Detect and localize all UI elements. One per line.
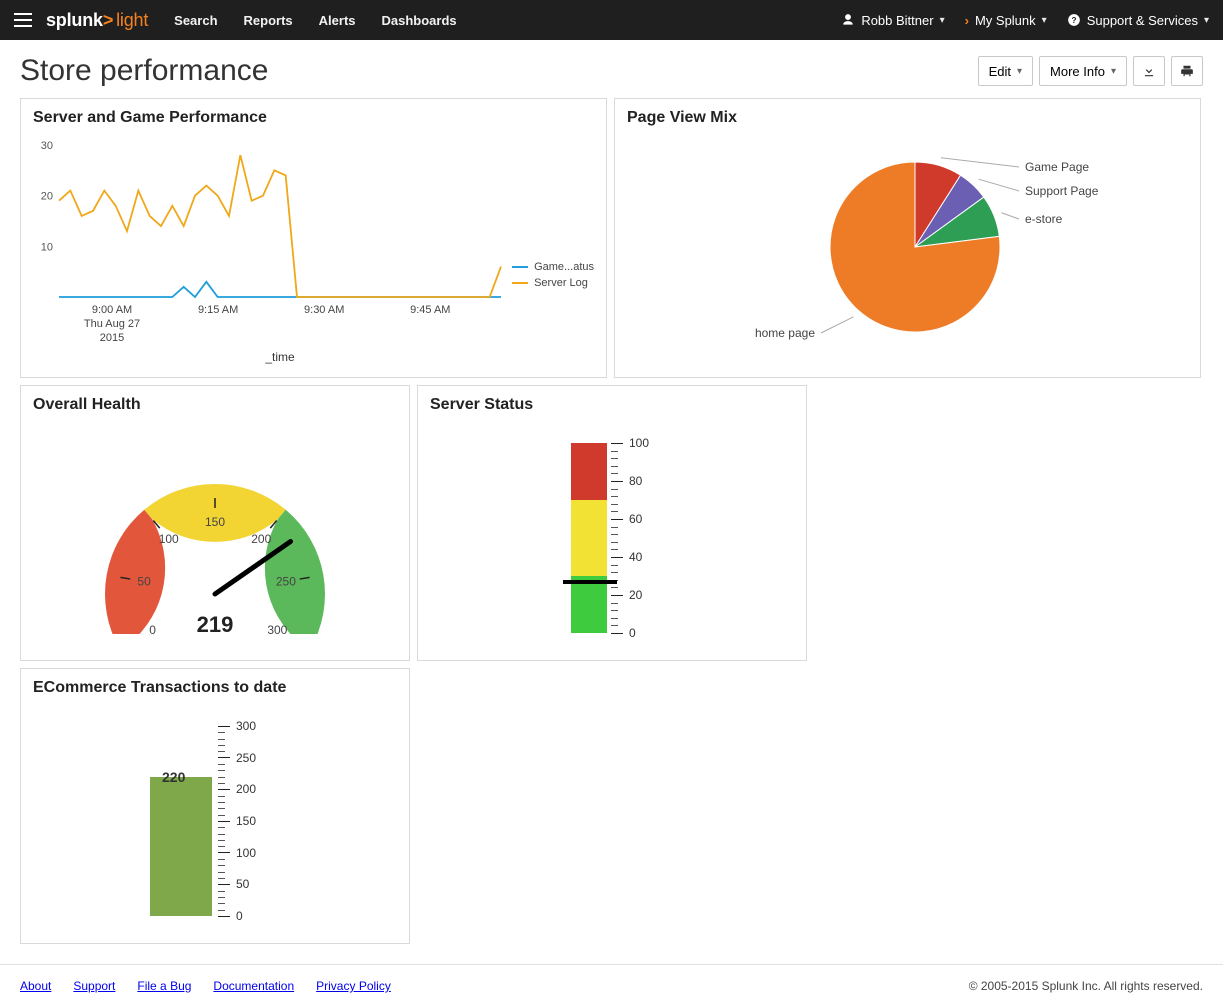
legend-item: Game...atus (512, 261, 594, 273)
svg-text:9:45 AM: 9:45 AM (410, 304, 450, 316)
footer-support[interactable]: Support (73, 979, 115, 993)
download-icon (1142, 64, 1156, 78)
panel-body: 10 20 30 9:00 AM 9:15 AM 9:30 AM 9:45 AM Thu Au… (21, 131, 606, 371)
nav-search[interactable]: Search (174, 13, 217, 28)
footer-links: About Support File a Bug Documentation P… (20, 979, 391, 993)
title-actions: Edit▾ More Info▾ (978, 56, 1203, 86)
svg-text:20: 20 (41, 191, 53, 203)
footer-copyright: © 2005-2015 Splunk Inc. All rights reser… (969, 979, 1203, 993)
legend-swatch (512, 266, 528, 268)
svg-text:2015: 2015 (100, 332, 124, 344)
nav-dashboards[interactable]: Dashboards (382, 13, 457, 28)
svg-text:Support Page: Support Page (1025, 184, 1099, 198)
svg-text:9:30 AM: 9:30 AM (304, 304, 344, 316)
print-button[interactable] (1171, 56, 1203, 86)
chevron-down-icon: ▾ (1111, 66, 1116, 77)
fill-gauge: 020406080100 (537, 443, 687, 633)
footer: About Support File a Bug Documentation P… (0, 964, 1223, 1007)
legend-item: Server Log (512, 277, 594, 289)
panel-server-status: Server Status 020406080100 (417, 385, 807, 661)
footer-file-bug[interactable]: File a Bug (137, 979, 191, 993)
svg-text:Game Page: Game Page (1025, 160, 1089, 174)
topbar-right: Robb Bittner ▾ › My Splunk ▾ ? Support &… (841, 13, 1209, 28)
legend-swatch (512, 282, 528, 284)
print-icon (1180, 64, 1194, 78)
panel-server-game-performance: Server and Game Performance 10 20 30 9:00 A… (20, 98, 607, 378)
user-icon (841, 13, 855, 27)
panel-title: Overall Health (21, 386, 409, 418)
svg-text:10: 10 (41, 241, 53, 253)
svg-text:100: 100 (159, 532, 179, 546)
chevron-down-icon: ▾ (1042, 15, 1047, 26)
svg-text:50: 50 (137, 574, 151, 588)
svg-text:9:15 AM: 9:15 AM (198, 304, 238, 316)
chevron-down-icon: ▾ (940, 15, 945, 26)
support-label: Support & Services (1087, 13, 1198, 28)
chevron-down-icon: ▾ (1017, 66, 1022, 77)
panel-overall-health: Overall Health 050100150200250300 219 (20, 385, 410, 661)
support-menu[interactable]: ? Support & Services ▾ (1067, 13, 1209, 28)
footer-privacy[interactable]: Privacy Policy (316, 979, 391, 993)
panel-title: Server Status (418, 386, 806, 418)
svg-text:9:00 AM: 9:00 AM (92, 304, 132, 316)
panel-title: ECommerce Transactions to date (21, 669, 409, 701)
title-row: Store performance Edit▾ More Info▾ (20, 54, 1203, 88)
gauge-chart: 050100150200250300 (55, 424, 375, 634)
my-splunk-label: My Splunk (975, 13, 1036, 28)
caret-right-icon: › (965, 13, 969, 28)
panel-ecommerce-transactions: ECommerce Transactions to date 050100150… (20, 668, 410, 944)
brand-light: light (116, 10, 148, 30)
svg-text:?: ? (1071, 16, 1076, 25)
line-chart: 10 20 30 9:00 AM 9:15 AM 9:30 AM 9:45 AM Thu Au… (31, 137, 511, 367)
svg-text:_time: _time (264, 350, 295, 364)
gauge-value: 219 (21, 612, 409, 638)
footer-about[interactable]: About (20, 979, 51, 993)
chevron-down-icon: ▾ (1204, 15, 1209, 26)
panel-body: 050100150200250300220 (21, 701, 409, 926)
panel-body: 050100150200250300 219 (21, 418, 409, 648)
svg-text:150: 150 (205, 515, 225, 529)
dashboard-grid: Server and Game Performance 10 20 30 9:00 A… (20, 98, 1203, 944)
my-splunk-menu[interactable]: › My Splunk ▾ (965, 13, 1047, 28)
nav-reports[interactable]: Reports (244, 13, 293, 28)
brand[interactable]: splunk>light (46, 10, 148, 31)
download-button[interactable] (1133, 56, 1165, 86)
nav-alerts[interactable]: Alerts (319, 13, 356, 28)
page-title: Store performance (20, 54, 268, 88)
svg-text:e-store: e-store (1025, 212, 1063, 226)
user-menu[interactable]: Robb Bittner ▾ (841, 13, 944, 28)
line-legend: Game...atus Server Log (512, 261, 594, 293)
edit-button[interactable]: Edit▾ (978, 56, 1033, 86)
svg-text:30: 30 (41, 140, 53, 152)
panel-page-view-mix: Page View Mix Game Page Support Page e-sto… (614, 98, 1201, 378)
panel-title: Page View Mix (615, 99, 1200, 131)
more-info-button[interactable]: More Info▾ (1039, 56, 1127, 86)
bar-gauge: 050100150200250300220 (140, 726, 290, 916)
svg-text:200: 200 (251, 532, 271, 546)
panel-body: Game Page Support Page e-store home page (615, 131, 1200, 351)
panel-body: 020406080100 (418, 418, 806, 643)
svg-text:250: 250 (276, 574, 296, 588)
svg-text:Thu Aug 27: Thu Aug 27 (84, 318, 140, 330)
help-icon: ? (1067, 13, 1081, 27)
brand-main: splunk (46, 10, 103, 30)
user-name: Robb Bittner (861, 13, 933, 28)
main-nav: Search Reports Alerts Dashboards (174, 13, 457, 28)
page: Store performance Edit▾ More Info▾ Serve… (0, 40, 1223, 964)
menu-icon[interactable] (14, 13, 32, 27)
panel-title: Server and Game Performance (21, 99, 606, 131)
brand-caret: > (103, 10, 113, 30)
topbar: splunk>light Search Reports Alerts Dashb… (0, 0, 1223, 40)
svg-text:home page: home page (755, 326, 815, 340)
pie-chart: Game Page Support Page e-store home page (625, 137, 1190, 347)
footer-documentation[interactable]: Documentation (213, 979, 294, 993)
